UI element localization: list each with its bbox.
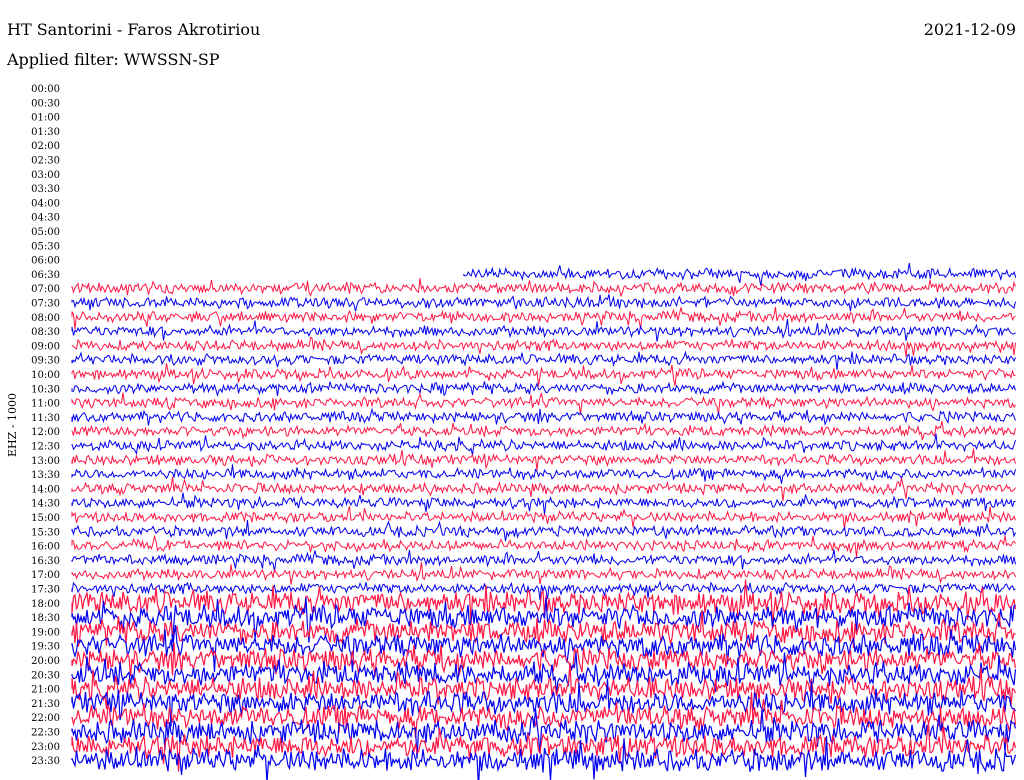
trace-row-0800 [71,306,1016,330]
trace-row-1400 [71,476,1016,502]
y-tick-label: 04:00 [31,198,60,209]
y-tick-label: 21:30 [31,699,60,710]
y-tick-label: 03:30 [31,184,60,195]
channel-label: EHZ - 1000 [6,393,19,457]
y-tick-label: 22:00 [31,713,60,724]
y-tick-label: 04:30 [31,213,60,224]
trace-row-1700 [71,562,1016,585]
y-tick-label: 12:30 [31,442,60,453]
y-tick-label: 19:30 [31,642,60,653]
trace-row-1530 [71,520,1016,542]
trace-row-0830 [71,318,1016,342]
trace-row-1800 [71,579,1017,626]
trace-row-1430 [71,492,1016,515]
y-tick-label: 16:00 [31,542,60,553]
trace-group [71,262,1017,780]
trace-row-0900 [71,336,1016,357]
y-tick-label: 02:30 [31,156,60,167]
y-tick-label: 23:30 [31,756,60,767]
y-tick-label: 11:00 [31,399,60,410]
trace-row-1200 [71,420,1016,441]
y-tick-label: 19:00 [31,627,60,638]
trace-row-1600 [71,535,1016,558]
y-tick-label: 17:00 [31,570,60,581]
y-tick-label: 15:30 [31,527,60,538]
y-tick-label: 18:00 [31,599,60,610]
trace-row-0700 [71,278,1016,298]
y-tick-label: 23:00 [31,742,60,753]
y-tick-label: 10:30 [31,384,60,395]
y-tick-label: 16:30 [31,556,60,567]
y-tick-label: 09:30 [31,356,60,367]
y-tick-label: 01:30 [31,127,60,138]
time-axis-labels: 00:00 00:30 01:00 01:30 02:00 02:30 03:00 03:30… [31,84,60,767]
y-tick-label: 11:30 [31,413,60,424]
y-tick-label: 12:00 [31,427,60,438]
y-tick-label: 09:00 [31,341,60,352]
trace-row-1000 [71,363,1016,386]
y-tick-label: 02:00 [31,141,60,152]
y-tick-label: 01:00 [31,113,60,124]
y-tick-label: 14:30 [31,499,60,510]
y-tick-label: 17:30 [31,585,60,596]
trace-row-1230 [71,433,1016,456]
trace-row-1130 [71,407,1016,426]
y-tick-label: 06:30 [31,270,60,281]
y-tick-label: 00:00 [31,84,60,95]
y-tick-label: 05:30 [31,241,60,252]
trace-row-1630 [71,549,1016,572]
trace-row-1030 [71,380,1016,397]
y-tick-label: 08:00 [31,313,60,324]
y-tick-label: 21:00 [31,685,60,696]
y-tick-label: 14:00 [31,484,60,495]
y-tick-label: 03:00 [31,170,60,181]
y-tick-label: 08:30 [31,327,60,338]
y-tick-label: 00:30 [31,98,60,109]
trace-row-0930 [71,350,1016,371]
trace-row-1330 [71,464,1016,484]
y-tick-label: 22:30 [31,728,60,739]
helicorder-plot: 00:00 00:30 01:00 01:30 02:00 02:30 03:00 03:30… [6,84,1017,780]
trace-row-0630 [463,262,1017,286]
trace-row-1100 [71,392,1016,415]
y-tick-label: 20:00 [31,656,60,667]
y-tick-label: 06:00 [31,256,60,267]
trace-row-1300 [71,448,1016,471]
y-tick-label: 10:00 [31,370,60,381]
y-tick-label: 18:30 [31,613,60,624]
y-tick-label: 05:00 [31,227,60,238]
y-tick-label: 20:30 [31,670,60,681]
trace-row-0730 [71,294,1016,312]
y-tick-label: 07:30 [31,299,60,310]
y-tick-label: 13:30 [31,470,60,481]
y-tick-label: 15:00 [31,513,60,524]
y-tick-label: 07:00 [31,284,60,295]
y-tick-label: 13:00 [31,456,60,467]
